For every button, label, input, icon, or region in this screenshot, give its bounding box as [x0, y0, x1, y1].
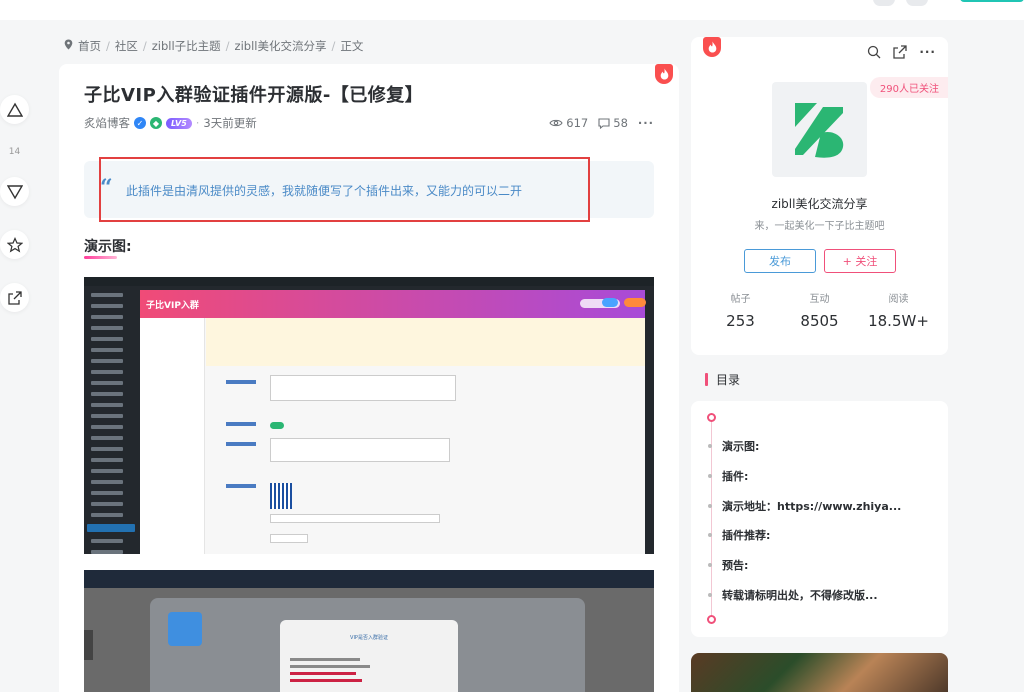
publish-button[interactable]: 发布: [744, 249, 816, 273]
stat-value: 253: [726, 312, 755, 330]
site-avatar: [168, 612, 202, 646]
toc-item[interactable]: 转载请标明出处，不得修改版...: [708, 587, 878, 603]
comments-stat[interactable]: 58: [598, 116, 628, 130]
forum-name[interactable]: zibll美化交流分享: [691, 195, 948, 212]
update-time: 3天前更新: [203, 116, 257, 130]
url-field: [270, 514, 440, 523]
breadcrumb-current: 正文: [340, 39, 364, 53]
plugin-header: 子比VIP入群: [140, 290, 646, 318]
sign-in-button[interactable]: [960, 0, 1024, 2]
triangle-down-icon: [6, 184, 23, 199]
plugin-notice: [206, 318, 645, 366]
toggle-on: [270, 422, 284, 429]
triangle-up-icon: [6, 102, 23, 117]
stat-label: 帖子: [730, 294, 751, 305]
qr-code-image: [270, 483, 292, 509]
stat-label: 阅读: [888, 294, 909, 305]
stat-interactions: 互动 8505: [785, 290, 855, 330]
search-icon[interactable]: [867, 45, 881, 59]
toc-item[interactable]: 插件:: [708, 468, 748, 484]
post-meta: 炙焰博客 ✓ ◆ LV5 · 3天前更新 617 58 ···: [84, 115, 654, 131]
comments-count: 58: [613, 116, 628, 130]
search-icon[interactable]: [873, 0, 895, 6]
toc-heading-bar: [705, 373, 708, 386]
toc-item[interactable]: 预告:: [708, 557, 748, 573]
share-button[interactable]: [0, 283, 29, 312]
toc-end-ring: [707, 615, 716, 624]
vip-shield-icon: ◆: [150, 117, 162, 129]
share-icon[interactable]: [893, 45, 907, 59]
breadcrumb: 首页 / 社区 / zibll子比主题 / zibll美化交流分享 / 正文: [64, 38, 363, 54]
stat-reads: 阅读 18.5W+: [864, 290, 934, 330]
highlight-box: [99, 157, 590, 222]
toc-item[interactable]: 插件推荐:: [708, 527, 770, 543]
location-icon: [64, 39, 73, 53]
notification-icon[interactable]: [906, 0, 928, 6]
breadcrumb-home[interactable]: 首页: [78, 38, 101, 54]
follow-button[interactable]: + 关注: [824, 249, 896, 273]
more-options-icon[interactable]: ···: [638, 116, 654, 130]
breadcrumb-forum[interactable]: zibll美化交流分享: [235, 38, 327, 54]
plugin-settings-panel: 子比VIP入群: [140, 290, 646, 554]
downvote-button[interactable]: [0, 177, 29, 206]
star-icon: [6, 236, 23, 252]
post-title: 子比VIP入群验证插件开源版-【已修复】: [84, 85, 424, 106]
dialog-title: VIP是否入群验证: [350, 635, 388, 641]
vip-verify-dialog: VIP是否入群验证: [280, 620, 458, 692]
stat-posts: 帖子 253: [706, 290, 776, 330]
forum-description: 来，一起美化一下子比主题吧: [754, 221, 885, 232]
breadcrumb-community[interactable]: 社区: [115, 38, 138, 54]
forum-card: ··· 290人已关注 zibll美化交流分享 来，一起美化一下子比主题吧 发布…: [691, 37, 948, 355]
zibll-logo-icon: [794, 102, 843, 158]
heading-underline: [84, 256, 117, 259]
toc-item[interactable]: 演示图:: [708, 438, 759, 454]
html-field: [270, 438, 450, 462]
wp-admin-bar: [84, 277, 654, 286]
toc-title: 目录: [716, 373, 741, 387]
section-heading-demo: 演示图:: [84, 236, 132, 259]
views-count: 617: [566, 116, 589, 130]
section-heading-text: 演示图:: [84, 239, 132, 255]
stat-value: 18.5W+: [868, 312, 929, 330]
views-stat: 617: [549, 116, 588, 130]
post-card: 子比VIP入群验证插件开源版-【已修复】 炙焰博客 ✓ ◆ LV5 · 3天前更…: [59, 64, 679, 692]
side-tag: [84, 630, 93, 660]
table-of-contents: 演示图: 插件: 演示地址：https://www.zhiya... 插件推荐:…: [691, 401, 948, 637]
toc-start-ring: [707, 413, 716, 422]
demo-screenshot-admin: 子比VIP入群: [84, 277, 654, 554]
demo-screenshot-frontend: VIP是否入群验证: [84, 570, 654, 692]
stat-label: 互动: [809, 294, 830, 305]
site-nav: [84, 570, 654, 588]
favorite-button[interactable]: [0, 230, 29, 259]
wp-admin-sidebar: [84, 286, 139, 554]
code-field: [270, 375, 456, 401]
breadcrumb-zibll[interactable]: zibll子比主题: [152, 38, 221, 54]
share-icon: [7, 290, 22, 305]
short-field: [270, 534, 308, 543]
promo-image[interactable]: [691, 653, 948, 692]
hot-flame-icon: [655, 64, 673, 84]
toc-item[interactable]: 演示地址：https://www.zhiya...: [708, 498, 901, 514]
hot-flame-icon: [703, 37, 721, 57]
verified-icon: ✓: [134, 117, 146, 129]
plugin-header-title: 子比VIP入群: [146, 301, 199, 311]
vote-count: 14: [8, 147, 21, 157]
forum-stats: 帖子 253 互动 8505 阅读 18.5W+: [691, 290, 948, 330]
toc-heading: 目录: [705, 371, 740, 388]
upvote-button[interactable]: [0, 95, 29, 124]
plugin-sidebar: [140, 318, 205, 554]
top-navbar: [0, 0, 1024, 20]
forum-card-actions: ···: [867, 45, 936, 59]
comment-icon: [598, 117, 610, 129]
eye-icon: [549, 119, 563, 127]
more-options-icon[interactable]: ···: [919, 45, 936, 59]
forum-logo[interactable]: [772, 82, 867, 177]
author-name[interactable]: 炙焰博客: [84, 115, 130, 131]
level-badge: LV5: [166, 117, 192, 129]
stat-value: 8505: [800, 312, 839, 330]
followers-badge: 290人已关注: [869, 77, 948, 98]
